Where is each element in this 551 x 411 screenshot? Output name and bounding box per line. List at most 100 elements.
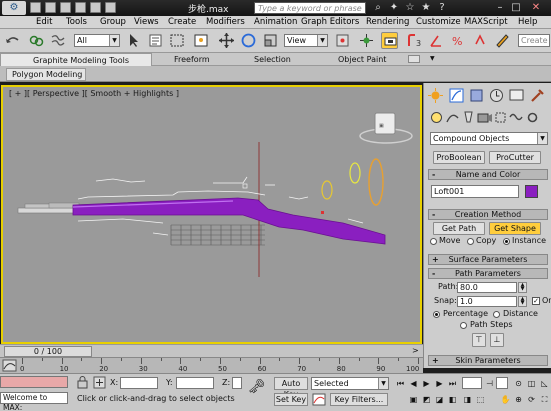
maximize-viewport-icon[interactable]: ⛶ [539,394,550,405]
move-icon[interactable] [218,32,235,49]
path-spinner[interactable]: 80.0 ▲ ▼ [457,282,527,293]
keyboard-shortcut-override-icon[interactable] [381,32,398,49]
selection-filter-dropdown[interactable]: All ▼ [74,34,120,47]
cameras-icon[interactable] [476,109,493,126]
tab-freeform[interactable]: Freeform [174,55,210,64]
save-icon[interactable] [60,2,71,13]
rectangular-selection-icon[interactable] [169,32,186,49]
app-logo-button[interactable]: ⚙ [2,1,26,15]
name-and-color-rollout[interactable]: - Name and Color [428,169,548,180]
procutter-button[interactable]: ProCutter [489,151,541,164]
display-panel-icon[interactable] [508,87,525,104]
viewcube[interactable]: ▣ [359,112,413,144]
lights-icon[interactable] [460,109,477,126]
motion-panel-icon[interactable] [488,87,505,104]
bind-to-space-warp-icon[interactable] [50,32,67,49]
ribbon-dropdown-icon[interactable]: ▼ [430,55,435,62]
go-to-start-icon[interactable]: ⏮ [395,378,406,389]
mini-curve-editor-icon[interactable] [2,358,17,373]
tab-selection[interactable]: Selection [254,55,291,64]
surface-parameters-rollout[interactable]: + Surface Parameters [428,254,548,265]
angle-snap-icon[interactable] [428,32,445,49]
utilities-panel-icon[interactable] [529,87,546,104]
set-key-button[interactable]: Set Key [274,393,308,406]
percent-snap-icon[interactable]: % [450,32,467,49]
redo-icon[interactable] [90,2,101,13]
polygon-modeling-panel[interactable]: Polygon Modeling [6,68,86,81]
zoom-all-icon[interactable]: ⊙ [513,378,524,389]
creation-method-rollout[interactable]: - Creation Method [428,209,548,220]
menu-graph-editors[interactable]: Graph Editors [301,17,359,27]
move-radio[interactable] [430,238,437,245]
help-icon[interactable]: ? [436,2,448,14]
set-key-key-icon[interactable]: 🗝 [248,380,270,394]
snap-spinner[interactable]: 1.0 ▲ ▼ [457,296,527,307]
maximize-icon[interactable]: □ [510,2,522,14]
shapes-icon[interactable] [444,109,461,126]
hierarchy-panel-icon[interactable] [468,87,485,104]
next-frame-icon[interactable]: ▶ [434,378,445,389]
open-icon[interactable] [45,2,56,13]
viewport-nav-f-icon[interactable]: ⬚ [475,394,486,405]
pivot-point-center-icon[interactable] [334,32,351,49]
time-next-icon[interactable]: > [412,346,419,355]
menu-group[interactable]: Group [100,17,126,27]
key-mode-toggle-icon[interactable]: ⊣ [484,378,495,389]
minimize-icon[interactable]: – [494,2,506,14]
tab-graphite-modeling-tools[interactable]: Graphite Modeling Tools [0,53,152,66]
named-selection-set-input[interactable]: Create [518,34,550,47]
rotate-icon[interactable] [240,32,257,49]
geometry-icon[interactable] [428,109,445,126]
previous-frame-icon[interactable]: ◀ [408,378,419,389]
search-input[interactable]: Type a keyword or phrase [254,2,366,14]
sun-icon[interactable] [427,87,444,104]
communication-center-icon[interactable]: ☆ [404,2,416,14]
menu-edit[interactable]: Edit [36,17,52,27]
orbit-icon[interactable]: ⟳ [526,394,537,405]
project-folder-icon[interactable] [105,2,116,13]
viewport-nav-d-icon[interactable]: ◧ [447,394,458,405]
undo-icon[interactable] [75,2,86,13]
undo-icon[interactable] [4,32,21,49]
edit-named-selection-icon[interactable] [494,32,511,49]
select-and-link-icon[interactable] [28,32,45,49]
object-name-field[interactable]: Loft001 [431,185,519,198]
zoom-icon[interactable]: ⊕ [513,394,524,405]
skin-parameters-rollout[interactable]: + Skin Parameters [428,355,548,366]
field-of-view-icon[interactable]: ◺ [539,378,550,389]
play-icon[interactable]: ▶ [421,378,432,389]
maxscript-listener-pink[interactable] [0,376,68,388]
proboolean-button[interactable]: ProBoolean [433,151,485,164]
menu-tools[interactable]: Tools [66,17,87,27]
snap-toggle-icon[interactable]: 3 [406,32,423,49]
helpers-icon[interactable] [492,109,509,126]
menu-rendering[interactable]: Rendering [366,17,409,27]
pan-view-icon[interactable]: ✋ [500,394,511,405]
menu-modifiers[interactable]: Modifiers [206,17,245,27]
instance-radio[interactable] [503,238,510,245]
create-panel-icon[interactable] [448,87,465,104]
next-shape-icon[interactable]: ⊥ [490,333,504,347]
time-slider-knob[interactable]: 0 / 100 [4,346,92,357]
space-warps-icon[interactable] [508,109,525,126]
new-icon[interactable] [30,2,41,13]
path-steps-radio[interactable] [460,322,467,329]
menu-animation[interactable]: Animation [254,17,297,27]
y-coord-field[interactable] [176,377,214,389]
lock-selection-icon[interactable] [76,376,89,389]
binoculars-icon[interactable]: ⌕ [372,2,384,14]
menu-help[interactable]: Help [518,17,537,27]
snap-on-checkbox[interactable]: ✓ [532,297,540,305]
distance-radio[interactable] [493,311,500,318]
subscription-icon[interactable]: ✦ [388,2,400,14]
menu-maxscript[interactable]: MAXScript [464,17,508,27]
get-shape-button[interactable]: Get Shape [489,222,541,235]
zoom-extents-icon[interactable]: ◫ [526,378,537,389]
menu-create[interactable]: Create [168,17,196,27]
spinner-snap-icon[interactable] [472,32,489,49]
reference-coordinate-dropdown[interactable]: View ▼ [284,34,328,47]
get-path-button[interactable]: Get Path [433,222,485,235]
default-in-out-tangent-icon[interactable] [312,393,326,406]
menu-views[interactable]: Views [134,17,159,27]
time-config-icon[interactable] [496,377,508,389]
